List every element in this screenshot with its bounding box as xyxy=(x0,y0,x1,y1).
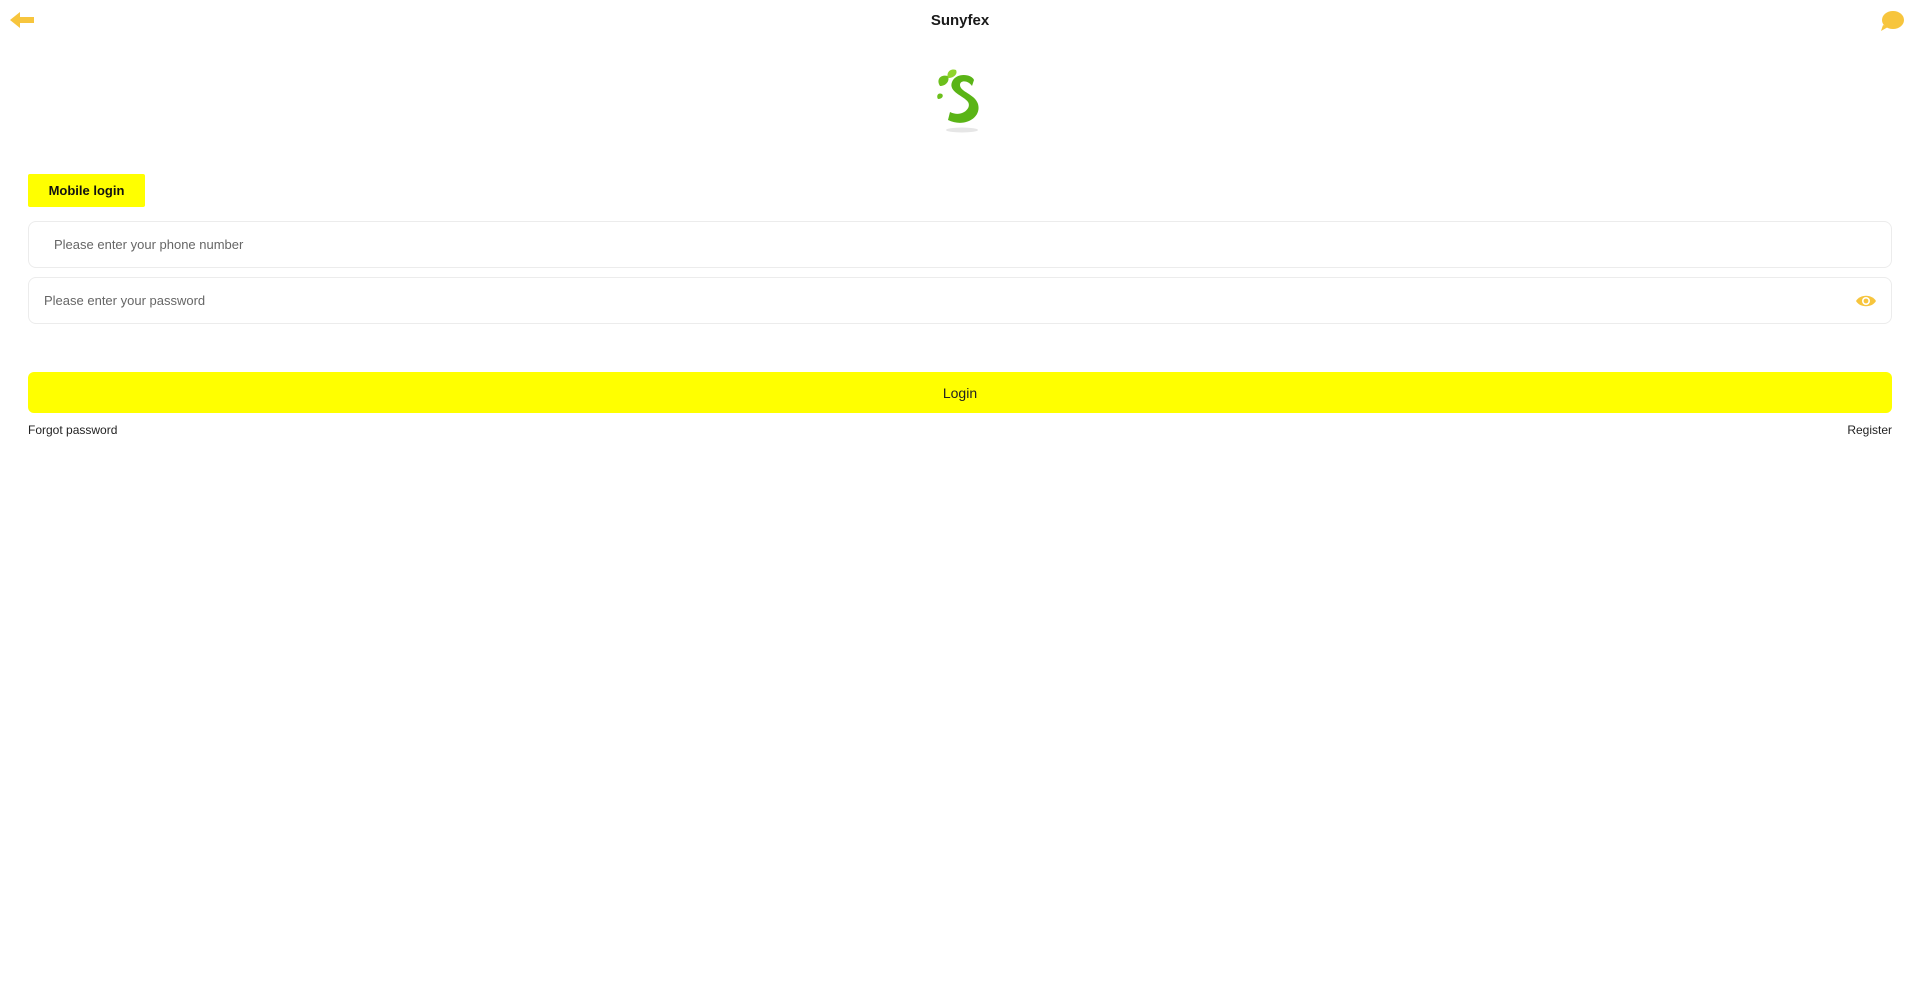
password-input[interactable] xyxy=(42,278,1822,323)
phone-input[interactable] xyxy=(52,222,1852,267)
phone-field xyxy=(28,221,1892,268)
top-bar: Sunyfex xyxy=(0,0,1920,42)
toggle-password-visibility-button[interactable] xyxy=(1855,293,1877,309)
tab-mobile-login[interactable]: Mobile login xyxy=(28,174,145,207)
password-field xyxy=(28,277,1892,324)
register-link[interactable]: Register xyxy=(1847,423,1892,437)
chat-bubble-icon xyxy=(1881,11,1904,31)
app-logo xyxy=(934,66,986,134)
eye-icon xyxy=(1856,295,1876,307)
login-button[interactable]: Login xyxy=(28,372,1892,413)
login-page: Sunyfex Mobile login Please enter your p… xyxy=(0,0,1920,993)
page-title: Sunyfex xyxy=(930,12,990,29)
chat-button[interactable] xyxy=(1879,10,1905,32)
forgot-password-link[interactable]: Forgot password xyxy=(28,423,117,437)
leaf-s-logo xyxy=(937,69,979,133)
